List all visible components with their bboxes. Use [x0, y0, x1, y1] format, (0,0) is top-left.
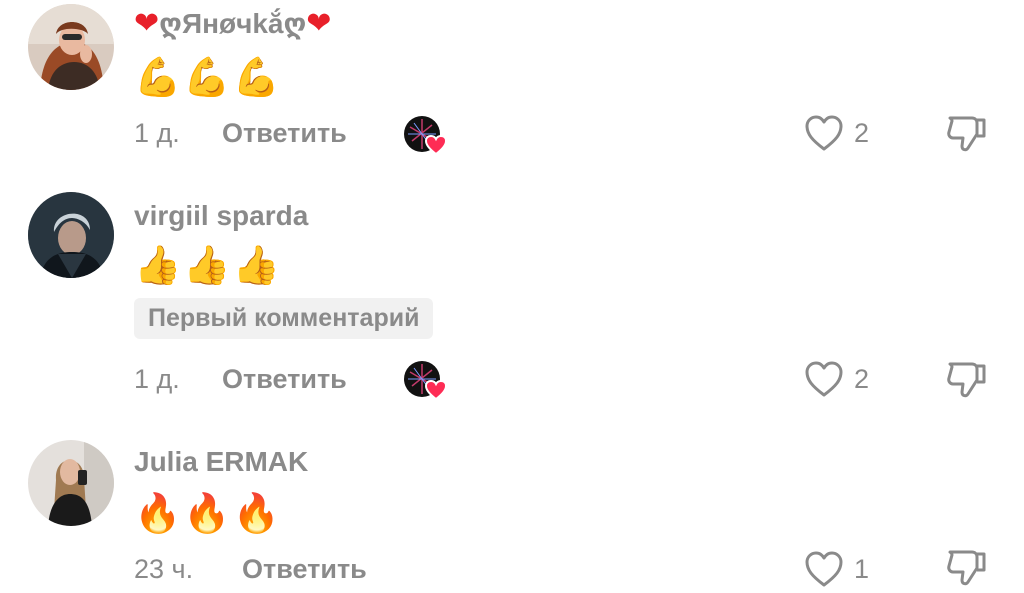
first-comment-badge: Первый комментарий [134, 298, 434, 339]
username-text: ღЯнøчkắღ [159, 8, 307, 39]
comment-text: 👍👍👍 [134, 243, 282, 287]
username[interactable]: Julia ERMAK [134, 446, 308, 478]
like-count: 2 [854, 118, 870, 148]
thumbs-down-outline-icon [947, 116, 986, 152]
thumbs-down-outline-icon [947, 362, 986, 398]
avatar[interactable] [28, 192, 114, 278]
heart-outline-icon [805, 551, 843, 587]
like-button[interactable] [804, 360, 844, 398]
avatar[interactable] [28, 4, 114, 90]
creator-liked-badge [402, 115, 450, 156]
creator-liked-badge [402, 360, 450, 401]
comment-2: virgiil sparda 👍👍👍 Первый комментарий 1 … [0, 190, 1024, 420]
reply-button[interactable]: Ответить [222, 118, 347, 149]
dislike-button[interactable] [944, 112, 988, 154]
reply-button[interactable]: Ответить [242, 554, 367, 585]
heart-outline-icon [805, 115, 843, 151]
avatar-image [28, 192, 114, 278]
like-count: 2 [854, 364, 870, 394]
username[interactable]: virgiil sparda [134, 200, 308, 232]
username[interactable]: ❤ღЯнøчkắღ❤ [134, 6, 331, 41]
heart-icon: ❤ [306, 7, 332, 40]
avatar-image [28, 440, 114, 526]
comment-time: 1 д. [134, 118, 180, 148]
avatar-image [28, 4, 114, 90]
heart-outline-icon [805, 361, 843, 397]
comment-text: 🔥🔥🔥 [134, 491, 282, 535]
dislike-button[interactable] [944, 358, 988, 400]
creator-liked-heart-icon [404, 116, 448, 156]
comment-3: Julia ERMAK 🔥🔥🔥 23 ч. Ответить 1 [0, 438, 1024, 587]
thumbs-down-outline-icon [947, 550, 986, 586]
comment-time: 23 ч. [134, 554, 194, 584]
heart-icon: ❤ [134, 7, 160, 40]
dislike-button[interactable] [944, 546, 988, 588]
comment-time: 1 д. [134, 364, 180, 394]
avatar[interactable] [28, 440, 114, 526]
comment-1: ❤ღЯнøчkắღ❤ 💪💪💪 1 д. Ответить 2 [0, 0, 1024, 170]
creator-liked-heart-icon [404, 361, 448, 401]
like-count: 1 [854, 554, 870, 584]
like-button[interactable] [804, 114, 844, 152]
comment-text: 💪💪💪 [134, 55, 282, 99]
reply-button[interactable]: Ответить [222, 364, 347, 395]
like-button[interactable] [804, 550, 844, 588]
